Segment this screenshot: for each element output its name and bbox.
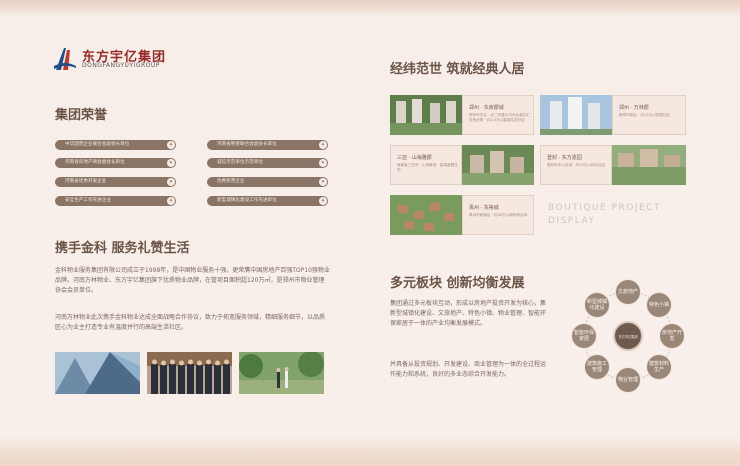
multi-sector-paragraph-2: 并具备从投资规划、开发建设、商业管理为一体的全过程运作能力和系统，良好的多业态综… — [390, 361, 547, 378]
project-desc: 郑州市东区 · 北二环路与中州大道交汇处西北角 · 约4.8万㎡高端住宅社区 — [469, 113, 530, 122]
trophy-icon: ✦ — [167, 159, 175, 167]
multi-sector-paragraph-1: 集团通过多元板块互动，形成以房地产投资开发为核心，集新型城镇化建设、文旅地产、特… — [390, 300, 547, 327]
project-image-4 — [612, 145, 686, 185]
honor-item: 河南省房地产商会副会长单位 ✦ — [55, 158, 176, 168]
service-paragraph-1: 金科物业服务集团有限公司成立于1998年，是中国物业服务十强，更荣膺中国房地产百… — [55, 267, 330, 294]
project-desc: 登封市中心区域 · 约20万㎡综合社区 — [547, 163, 606, 167]
honor-item: 安全生产工作先进企业 ✦ — [55, 196, 176, 206]
multi-sector-title: 多元板块 创新均衡发展 — [390, 276, 525, 291]
company-logo: 东方宇亿集团 DONGFANGYUYIGROUP — [52, 44, 202, 74]
trophy-icon: ✦ — [319, 178, 327, 186]
honor-item: 河南省优秀开发企业 ✦ — [55, 177, 176, 187]
logo-english-name: DONGFANGYUYIGROUP — [82, 62, 160, 69]
trophy-icon: ✦ — [319, 197, 327, 205]
sector-node: 房地产开发 — [659, 323, 685, 349]
business-sector-diagram: 东方宇亿集团 文旅地产 特色小镇 房地产开发 建筑材料生产 物业管理 建筑施工管… — [568, 276, 688, 396]
project-card-2: 郑州 · 万林郡 新郑市新区 · 约12万㎡宜居社区 — [612, 95, 686, 135]
sector-node: 特色小镇 — [646, 292, 672, 318]
sector-node: 新型城镇化建设 — [584, 292, 610, 318]
boutique-caption: BOUTIQUE PROJECT DISPLAY — [548, 203, 661, 226]
photo-building — [55, 352, 140, 394]
project-name: 登封 · 东方嘉园 — [547, 155, 582, 161]
project-desc: 海南省三亚市 · 山海景观 · 高端度假住宅 — [397, 163, 458, 172]
project-image-3 — [462, 145, 534, 185]
trophy-icon: ✦ — [167, 141, 175, 149]
trophy-icon: ✦ — [319, 159, 327, 167]
project-image-2 — [540, 95, 612, 135]
brochure-page: 东方宇亿集团 DONGFANGYUYIGROUP 集团荣誉 中华国营企业联合会副… — [0, 0, 740, 466]
service-paragraph-2: 河南万林物业此次携手金科物业达成全面战略合作协议，致力于拓宽服务领域，精细服务细… — [55, 314, 326, 331]
sector-node: 建筑施工管理 — [584, 354, 610, 380]
honor-item: 新型城镇化建设工作先进单位 ✦ — [207, 196, 328, 206]
project-card-5: 禹州 · 东裕城 禹州市新城区 · 约40万㎡城市综合体 — [462, 195, 534, 235]
honors-title: 集团荣誉 — [55, 108, 108, 123]
project-name: 郑州 · 万林郡 — [619, 105, 649, 111]
projects-title: 经纬范世 筑就经典人居 — [390, 62, 525, 77]
top-band — [0, 0, 740, 14]
project-name: 三亚 · 山海雅郡 — [397, 155, 432, 161]
project-card-4: 登封 · 东方嘉园 登封市中心区域 · 约20万㎡综合社区 — [540, 145, 612, 185]
honor-item: 诚信示范单位示范单位 ✦ — [207, 158, 328, 168]
trophy-icon: ✦ — [167, 178, 175, 186]
bottom-band — [0, 436, 740, 466]
trophy-icon: ✦ — [167, 197, 175, 205]
hub-node: 东方宇亿集团 — [613, 321, 643, 351]
project-image-1 — [390, 95, 462, 135]
sector-node: 建筑材料生产 — [646, 354, 672, 380]
project-desc: 禹州市新城区 · 约40万㎡城市综合体 — [469, 213, 528, 217]
project-card-3: 三亚 · 山海雅郡 海南省三亚市 · 山海景观 · 高端度假住宅 — [390, 145, 462, 185]
honor-item: 优秀民营企业 ✦ — [207, 177, 328, 187]
sector-node: 智能环保家居 — [571, 323, 597, 349]
trophy-icon: ✦ — [319, 141, 327, 149]
sector-node: 物业管理 — [615, 367, 641, 393]
service-title: 携手金科 服务礼赞生活 — [55, 241, 190, 256]
logo-mark-icon — [54, 48, 76, 70]
project-card-1: 郑州 · 东房郡城 郑州市东区 · 北二环路与中州大道交汇处西北角 · 约4.8… — [462, 95, 534, 135]
project-name: 禹州 · 东裕城 — [469, 205, 499, 211]
photo-staff — [147, 352, 232, 394]
project-name: 郑州 · 东房郡城 — [469, 105, 504, 111]
photo-garden — [239, 352, 324, 394]
sector-node: 文旅地产 — [615, 279, 641, 305]
project-desc: 新郑市新区 · 约12万㎡宜居社区 — [619, 113, 671, 117]
honor-item: 中华国营企业联合会副会长单位 ✦ — [55, 140, 176, 150]
honor-item: 河南省慈善联合会副会长单位 ✦ — [207, 140, 328, 150]
project-image-5 — [390, 195, 462, 235]
